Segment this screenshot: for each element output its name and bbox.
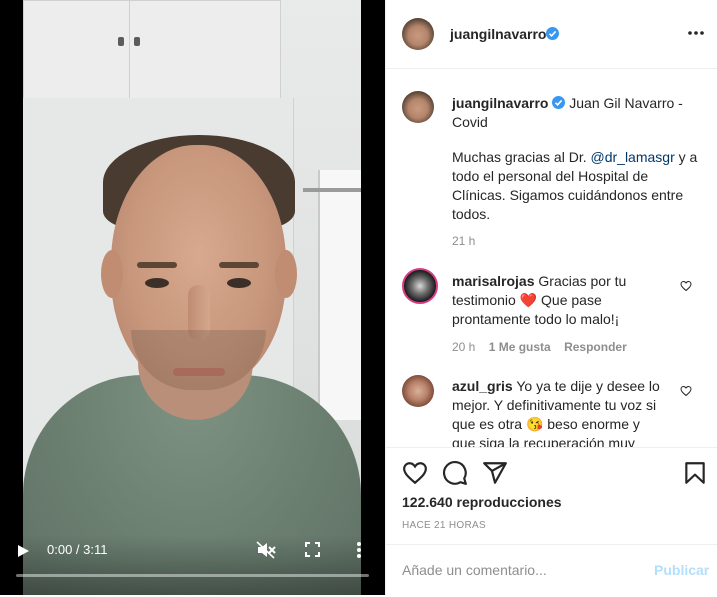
caption-avatar[interactable] [402,91,434,123]
comment-username[interactable]: marisalrojas [452,273,535,289]
caption-line: todo el personal del Hospital de [452,168,649,184]
person-ear [275,250,297,298]
verified-badge-icon [546,27,559,40]
post-header: juangilnavarro [386,0,717,69]
caption-line: Clínicas. Sigamos cuidándonos entre [452,187,684,203]
play-icon[interactable] [16,544,30,558]
comment-text-segment: testimonio [452,292,520,308]
verified-badge-icon [552,96,566,109]
caption-text: Muchas gracias al Dr. @dr_lamasgr y a to… [452,148,708,224]
comment-likes[interactable]: 1 Me gusta [489,340,551,354]
cabinet-right [129,0,281,100]
kiss-emoji: 😘 [525,416,544,432]
share-icon[interactable] [482,460,508,486]
comment-icon[interactable] [442,460,468,486]
comment-line: que siga la recuperación muy [452,435,635,447]
comment-username[interactable]: azul_gris [452,378,513,394]
heart-emoji: ❤️ [519,292,538,308]
comment-line: mejor. Y definitivamente tu voz si [452,397,657,413]
curtain-rail [303,188,361,192]
like-comment-icon[interactable] [680,280,692,292]
more-horizontal-icon[interactable] [687,26,705,40]
comment-text-segment: que es otra [452,416,526,432]
person-mouth [173,368,225,376]
save-icon[interactable] [682,460,708,486]
video-frame [23,0,361,595]
caption-title-line: juangilnavarro Juan Gil Navarro - Covid [452,94,708,132]
publish-button[interactable]: Publicar [654,562,709,578]
cabinet-left [23,0,130,100]
heart-icon[interactable] [402,460,428,486]
add-comment-bar: Publicar [386,544,717,597]
person-eye [145,278,169,288]
caption-text-segment: Muchas gracias al Dr. [452,149,591,165]
views-count[interactable]: 122.640 reproducciones [402,494,562,510]
person-eye [227,278,251,288]
comment-text-segment: Gracias por tu [538,273,627,289]
comment-text-segment: beso enorme y [543,416,640,432]
window [318,170,361,420]
comment-meta: 20 h 1 Me gusta Responder [452,340,627,354]
reply-button[interactable]: Responder [564,340,627,354]
person-brow [137,262,177,268]
add-comment-input[interactable] [402,560,632,580]
caption-line: Muchas gracias al Dr. @dr_lamasgr y a [452,148,708,167]
comment-line: prontamente todo lo malo!¡ [452,311,620,327]
comment-text: marisalrojas Gracias por tu testimonio ❤… [452,272,680,329]
comment-avatar[interactable] [402,268,438,304]
comment-time[interactable]: 20 h [452,340,475,354]
comment-line: testimonio ❤️ Que pase [452,291,680,310]
fullscreen-icon[interactable] [305,542,320,557]
avatar[interactable] [402,18,434,50]
post-timestamp[interactable]: HACE 21 HORAS [402,520,486,531]
post-actions: 122.640 reproducciones HACE 21 HORAS Pub… [386,447,717,596]
person-ear [101,250,123,298]
video-player[interactable]: 0:00 / 3:11 [0,0,385,595]
comment-text-segment: Yo ya te dije y desee lo [516,378,660,394]
comment-line: azul_gris Yo ya te dije y desee lo [452,377,680,396]
video-progress-bar[interactable] [16,574,369,577]
like-comment-icon[interactable] [680,385,692,397]
caption-mention-link[interactable]: @dr_lamasgr [591,149,675,165]
cabinet-knob [118,37,124,46]
more-vertical-icon[interactable] [355,541,363,559]
video-time: 0:00 / 3:11 [47,542,108,557]
person-brow [219,262,259,268]
post-panel: juangilnavarro juangilnavarro Juan Gil N… [385,0,717,595]
comments-list[interactable]: juangilnavarro Juan Gil Navarro - Covid … [386,69,717,447]
comment-text-segment: Que pase [537,292,602,308]
volume-muted-icon[interactable] [256,541,276,559]
header-username[interactable]: juangilnavarro [450,26,546,42]
caption-line: todos. [452,206,491,222]
caption-text-segment: y a [674,149,698,165]
comment-line: que es otra 😘 beso enorme y [452,415,680,434]
comment-line: marisalrojas Gracias por tu [452,272,680,291]
caption-time[interactable]: 21 h [452,234,475,248]
comment-avatar[interactable] [402,375,434,407]
cabinet-knob [134,37,140,46]
comment-text: azul_gris Yo ya te dije y desee lo mejor… [452,377,680,447]
caption-username[interactable]: juangilnavarro [452,95,548,111]
